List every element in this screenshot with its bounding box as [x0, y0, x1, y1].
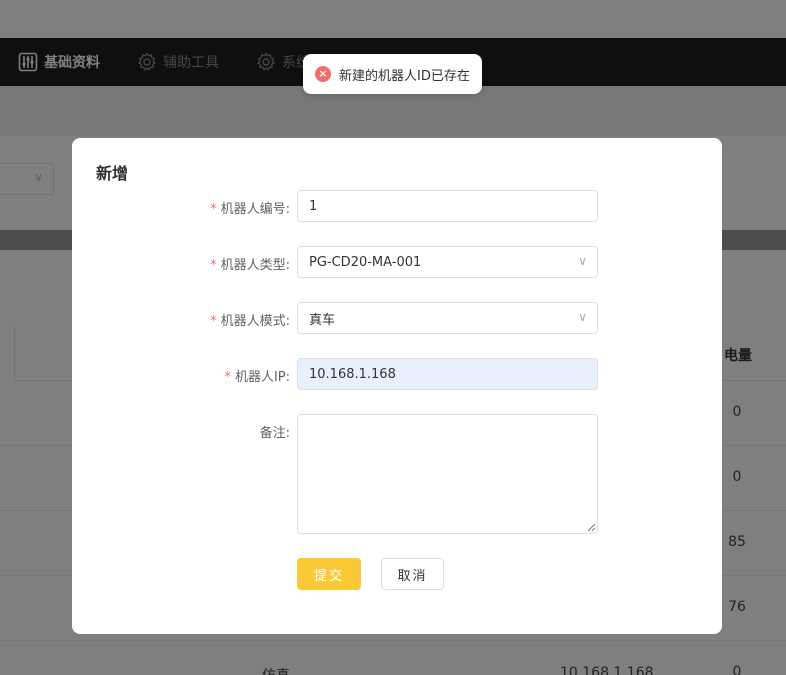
- submit-button[interactable]: 提交: [297, 558, 361, 590]
- required-marker: *: [224, 370, 231, 385]
- required-marker: *: [210, 314, 217, 329]
- robot-mode-value: 真车: [309, 312, 336, 328]
- robot-mode-label: * 机器人模式:: [210, 310, 290, 329]
- chevron-down-icon: ∨: [578, 254, 587, 268]
- robot-type-label-text: 机器人类型:: [220, 258, 290, 273]
- remark-label: 备注:: [259, 426, 290, 441]
- robot-id-label-text: 机器人编号:: [220, 202, 290, 217]
- robot-id-input[interactable]: 1: [297, 190, 598, 222]
- robot-ip-label: * 机器人IP:: [224, 366, 290, 385]
- dialog-title: 新增: [96, 164, 129, 183]
- chevron-down-icon: ∨: [578, 310, 587, 324]
- robot-type-label: * 机器人类型:: [210, 254, 290, 273]
- error-toast: × 新建的机器人ID已存在: [303, 54, 482, 94]
- required-marker: *: [210, 202, 217, 217]
- toast-message: 新建的机器人ID已存在: [339, 68, 470, 84]
- add-robot-dialog: 新增 * 机器人编号: 1 * 机器人类型: PG-CD20-MA-001 ∨ * 机…: [72, 138, 722, 634]
- resize-handle-icon[interactable]: [586, 522, 596, 532]
- robot-type-select[interactable]: PG-CD20-MA-001 ∨: [297, 246, 598, 278]
- error-circle-icon: ×: [315, 66, 331, 82]
- required-marker: *: [210, 258, 217, 273]
- robot-type-value: PG-CD20-MA-001: [309, 254, 422, 270]
- robot-ip-input[interactable]: 10.168.1.168: [297, 358, 598, 390]
- remark-textarea[interactable]: [297, 414, 598, 534]
- robot-mode-label-text: 机器人模式:: [220, 314, 290, 329]
- cancel-button[interactable]: 取消: [381, 558, 444, 590]
- robot-id-label: * 机器人编号:: [210, 198, 290, 217]
- robot-mode-select[interactable]: 真车 ∨: [297, 302, 598, 334]
- robot-ip-label-text: 机器人IP:: [234, 370, 290, 385]
